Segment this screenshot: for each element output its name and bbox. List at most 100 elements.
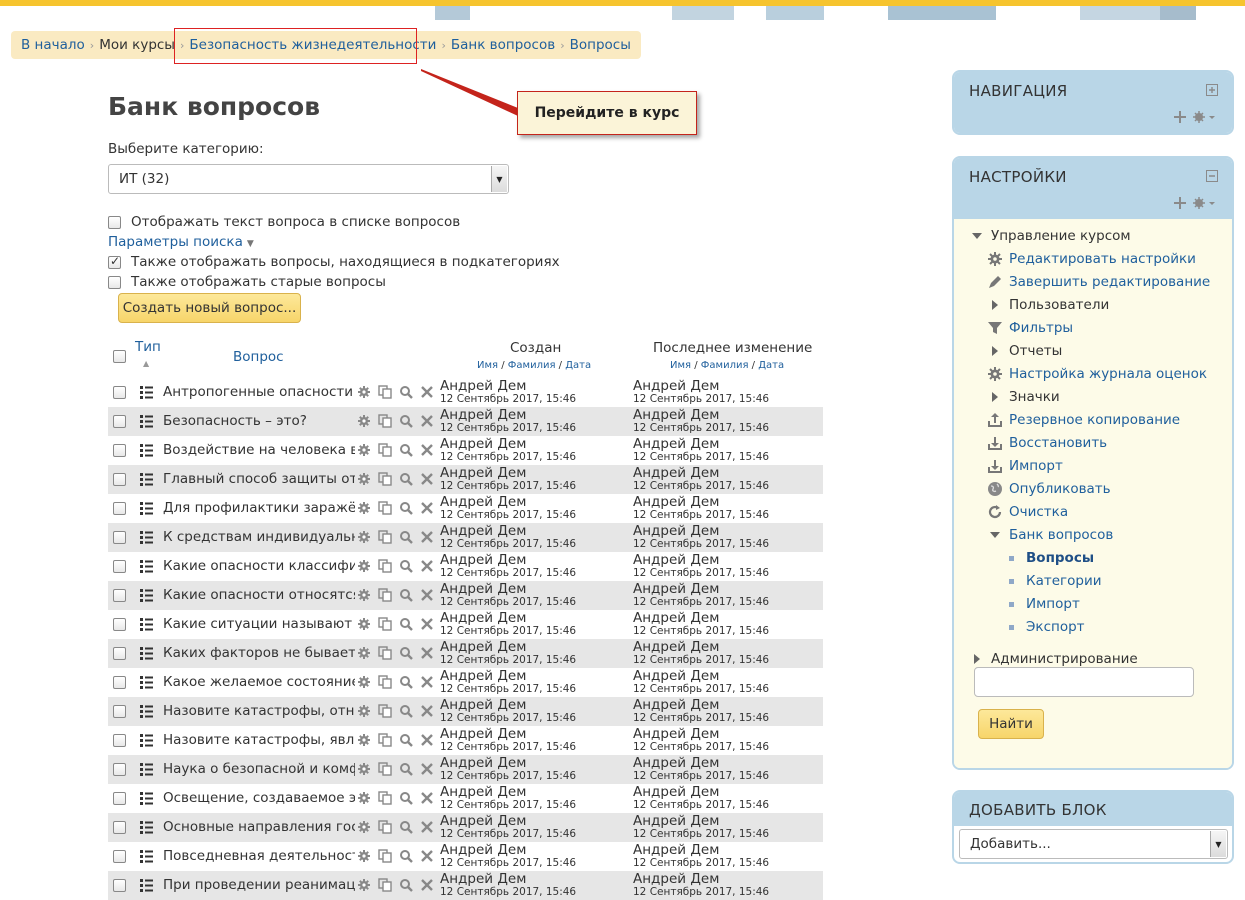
sort-date[interactable]: Дата <box>565 360 591 371</box>
row-checkbox[interactable] <box>113 821 126 834</box>
nav-qb-categories[interactable]: Категории <box>1009 573 1102 589</box>
search-params-link[interactable]: Параметры поиска ▼ <box>108 234 254 250</box>
breadcrumb-course[interactable]: Безопасность жизнедеятельности <box>189 37 436 53</box>
checkbox[interactable] <box>108 254 121 269</box>
nav-qb-import[interactable]: Импорт <box>1009 596 1080 612</box>
duplicate-icon[interactable] <box>378 559 392 573</box>
edit-gear-icon[interactable] <box>357 472 371 486</box>
nav-reset[interactable]: Очистка <box>987 504 1068 520</box>
row-checkbox[interactable] <box>113 560 126 573</box>
delete-icon[interactable] <box>420 820 434 834</box>
duplicate-icon[interactable] <box>378 733 392 747</box>
delete-icon[interactable] <box>420 559 434 573</box>
edit-gear-icon[interactable] <box>357 675 371 689</box>
move-icon[interactable] <box>1174 197 1186 209</box>
delete-icon[interactable] <box>420 704 434 718</box>
preview-icon[interactable] <box>399 588 413 602</box>
preview-icon[interactable] <box>399 849 413 863</box>
edit-gear-icon[interactable] <box>357 588 371 602</box>
delete-icon[interactable] <box>420 501 434 515</box>
category-select[interactable]: ИТ (32) ▼ <box>108 164 509 194</box>
delete-icon[interactable] <box>420 791 434 805</box>
nav-qb-questions[interactable]: Вопросы <box>1009 550 1094 566</box>
nav-finish-editing[interactable]: Завершить редактирование <box>987 274 1210 290</box>
move-icon[interactable] <box>1174 111 1186 123</box>
column-type[interactable]: Тип <box>135 339 161 355</box>
row-checkbox[interactable] <box>113 415 126 428</box>
nav-users[interactable]: Пользователи <box>987 297 1109 313</box>
edit-gear-icon[interactable] <box>357 762 371 776</box>
option-old-questions[interactable]: Также отображать старые вопросы <box>108 274 386 290</box>
duplicate-icon[interactable] <box>378 472 392 486</box>
preview-icon[interactable] <box>399 559 413 573</box>
preview-icon[interactable] <box>399 501 413 515</box>
edit-gear-icon[interactable] <box>357 791 371 805</box>
duplicate-icon[interactable] <box>378 791 392 805</box>
breadcrumb-questions[interactable]: Вопросы <box>570 37 631 53</box>
edit-gear-icon[interactable] <box>357 414 371 428</box>
row-checkbox[interactable] <box>113 647 126 660</box>
delete-icon[interactable] <box>420 385 434 399</box>
preview-icon[interactable] <box>399 385 413 399</box>
duplicate-icon[interactable] <box>378 646 392 660</box>
edit-gear-icon[interactable] <box>357 878 371 892</box>
row-checkbox[interactable] <box>113 879 126 892</box>
delete-icon[interactable] <box>420 646 434 660</box>
nav-course-admin[interactable]: Управление курсом <box>969 228 1131 244</box>
sort-last-name[interactable]: Фамилия <box>508 360 556 371</box>
duplicate-icon[interactable] <box>378 617 392 631</box>
nav-qb-export[interactable]: Экспорт <box>1009 619 1085 635</box>
delete-icon[interactable] <box>420 675 434 689</box>
preview-icon[interactable] <box>399 443 413 457</box>
nav-backup[interactable]: Резервное копирование <box>987 412 1180 428</box>
nav-badges[interactable]: Значки <box>987 389 1060 405</box>
duplicate-icon[interactable] <box>378 820 392 834</box>
nav-edit-settings[interactable]: Редактировать настройки <box>987 251 1196 267</box>
row-checkbox[interactable] <box>113 792 126 805</box>
edit-gear-icon[interactable] <box>357 646 371 660</box>
duplicate-icon[interactable] <box>378 704 392 718</box>
edit-gear-icon[interactable] <box>357 704 371 718</box>
row-checkbox[interactable] <box>113 473 126 486</box>
preview-icon[interactable] <box>399 472 413 486</box>
duplicate-icon[interactable] <box>378 878 392 892</box>
delete-icon[interactable] <box>420 414 434 428</box>
edit-gear-icon[interactable] <box>357 617 371 631</box>
duplicate-icon[interactable] <box>378 588 392 602</box>
preview-icon[interactable] <box>399 414 413 428</box>
breadcrumb-my-courses[interactable]: Мои курсы <box>99 37 175 53</box>
gear-icon[interactable] <box>1193 111 1205 123</box>
edit-gear-icon[interactable] <box>357 443 371 457</box>
preview-icon[interactable] <box>399 762 413 776</box>
preview-icon[interactable] <box>399 530 413 544</box>
preview-icon[interactable] <box>399 733 413 747</box>
preview-icon[interactable] <box>399 675 413 689</box>
nav-filters[interactable]: Фильтры <box>987 320 1073 336</box>
delete-icon[interactable] <box>420 733 434 747</box>
row-checkbox[interactable] <box>113 763 126 776</box>
delete-icon[interactable] <box>420 472 434 486</box>
nav-restore[interactable]: Восстановить <box>987 435 1107 451</box>
sort-first-name[interactable]: Имя <box>670 360 691 371</box>
preview-icon[interactable] <box>399 791 413 805</box>
delete-icon[interactable] <box>420 849 434 863</box>
nav-import[interactable]: Импорт <box>987 458 1063 474</box>
duplicate-icon[interactable] <box>378 414 392 428</box>
option-subcategories[interactable]: Также отображать вопросы, находящиеся в … <box>108 254 560 270</box>
edit-gear-icon[interactable] <box>357 501 371 515</box>
duplicate-icon[interactable] <box>378 530 392 544</box>
delete-icon[interactable] <box>420 617 434 631</box>
duplicate-icon[interactable] <box>378 849 392 863</box>
row-checkbox[interactable] <box>113 734 126 747</box>
duplicate-icon[interactable] <box>378 501 392 515</box>
row-checkbox[interactable] <box>113 531 126 544</box>
nav-reports[interactable]: Отчеты <box>987 343 1062 359</box>
preview-icon[interactable] <box>399 878 413 892</box>
edit-gear-icon[interactable] <box>357 530 371 544</box>
edit-gear-icon[interactable] <box>357 559 371 573</box>
row-checkbox[interactable] <box>113 589 126 602</box>
nav-site-admin[interactable]: Администрирование <box>969 651 1138 667</box>
edit-gear-icon[interactable] <box>357 385 371 399</box>
row-checkbox[interactable] <box>113 618 126 631</box>
row-checkbox[interactable] <box>113 386 126 399</box>
